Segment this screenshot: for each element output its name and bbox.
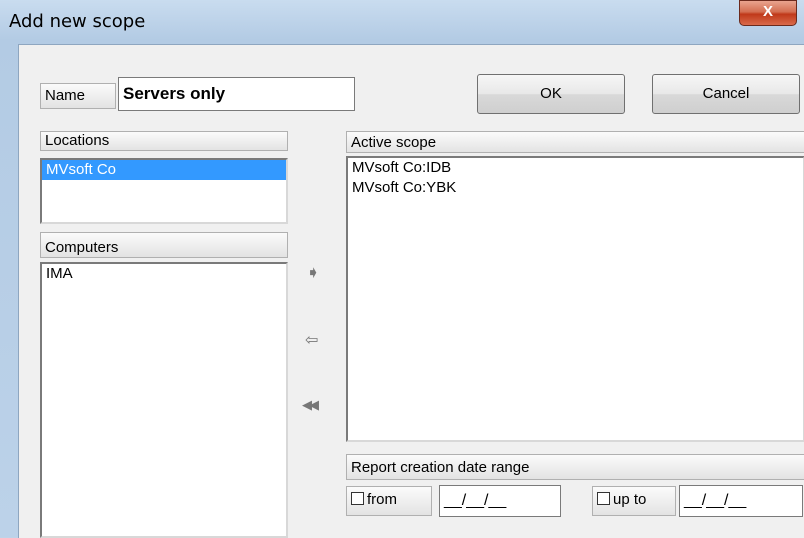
upto-checkbox[interactable]: up to xyxy=(592,486,676,516)
locations-list[interactable]: MVsoft Co xyxy=(40,158,288,224)
locations-header: Locations xyxy=(40,131,288,151)
upto-label: up to xyxy=(613,491,647,508)
from-checkbox-box[interactable] xyxy=(351,492,364,505)
close-button[interactable]: X xyxy=(739,0,797,26)
from-checkbox[interactable]: from xyxy=(346,486,432,516)
active-scope-header: Active scope xyxy=(346,131,804,153)
name-input[interactable] xyxy=(118,77,355,111)
upto-date-input[interactable]: __/__/__ xyxy=(679,485,803,517)
list-item-computer[interactable]: IMA xyxy=(42,264,286,284)
date-range-header: Report creation date range xyxy=(346,454,804,480)
computers-header: Computers xyxy=(40,232,288,258)
list-item-location[interactable]: MVsoft Co xyxy=(42,160,286,180)
dialog-window: Add new scope X Name OK Cancel Locations… xyxy=(0,0,804,538)
remove-arrow-icon[interactable]: ⇦ xyxy=(305,330,318,350)
from-date-input[interactable]: __/__/__ xyxy=(439,485,561,517)
name-label: Name xyxy=(40,83,116,109)
dialog-client-area: Name OK Cancel Locations MVsoft Co Compu… xyxy=(18,44,804,538)
active-scope-list[interactable]: MVsoft Co:IDB MVsoft Co:YBK xyxy=(346,156,804,442)
ok-button[interactable]: OK xyxy=(477,74,625,114)
window-title: Add new scope xyxy=(9,11,146,32)
list-item-scope[interactable]: MVsoft Co:YBK xyxy=(348,178,803,198)
cancel-button[interactable]: Cancel xyxy=(652,74,800,114)
computers-list[interactable]: IMA xyxy=(40,262,288,538)
upto-checkbox-box[interactable] xyxy=(597,492,610,505)
from-label: from xyxy=(367,491,397,508)
add-arrow-icon[interactable]: ➧ xyxy=(306,263,320,283)
remove-all-arrow-icon[interactable]: ◀◀ xyxy=(302,397,319,413)
title-bar[interactable]: Add new scope X xyxy=(0,0,804,44)
list-item-scope[interactable]: MVsoft Co:IDB xyxy=(348,158,803,178)
